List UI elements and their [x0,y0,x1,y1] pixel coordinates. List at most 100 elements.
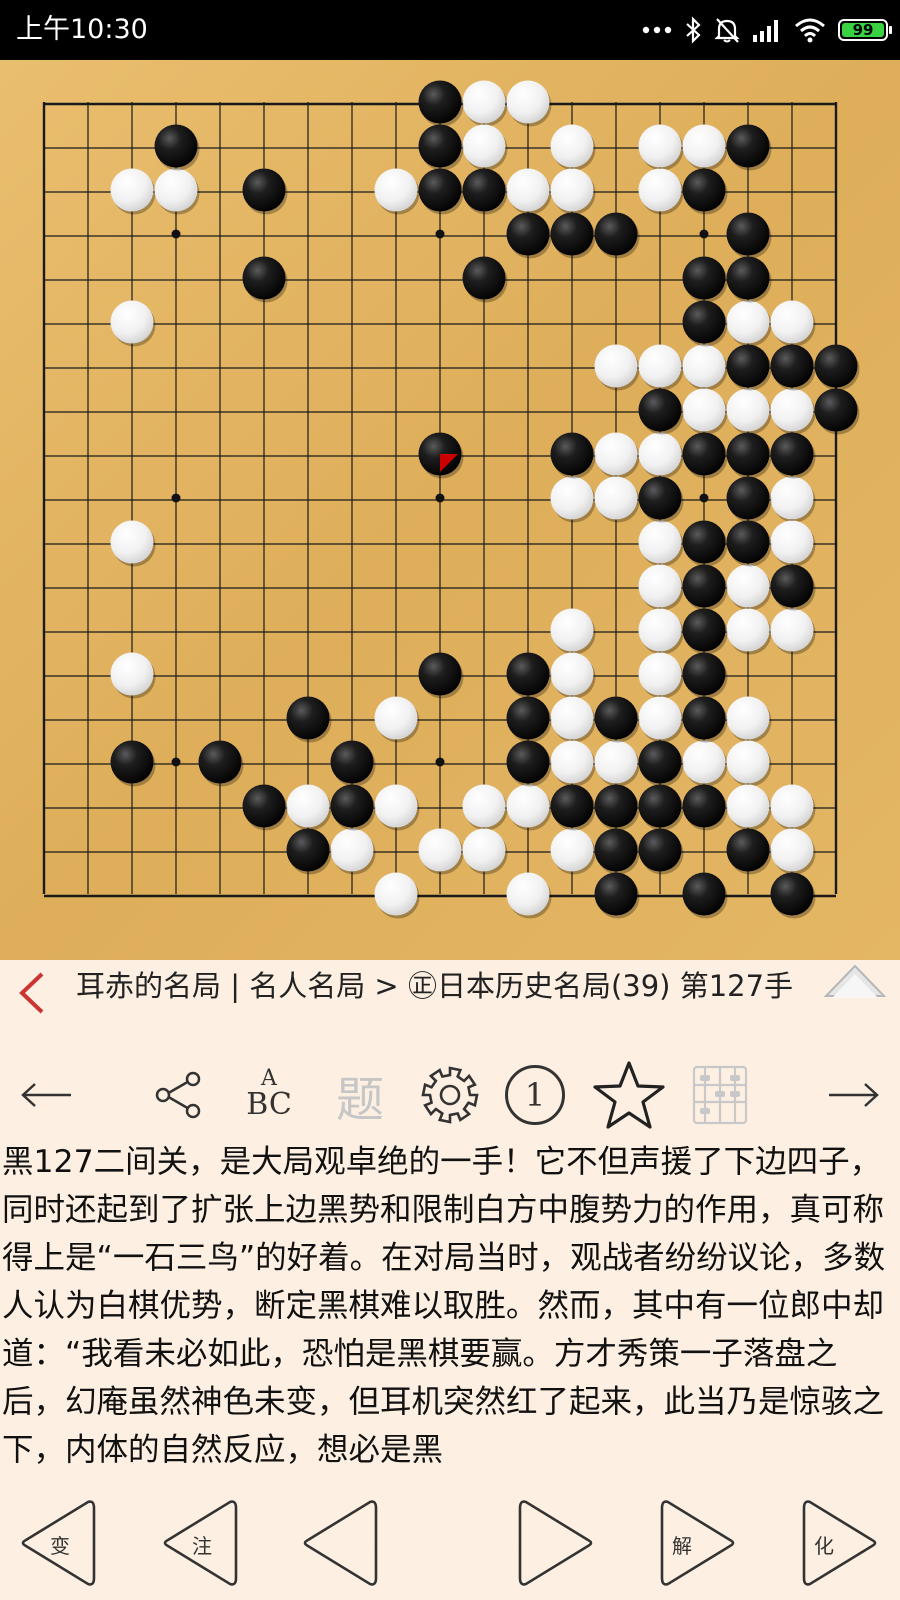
triangle-left-icon [303,1500,378,1586]
white-stone [550,696,594,740]
white-stone [506,80,550,124]
black-stone [726,212,770,256]
black-stone [638,388,682,432]
move-number-button[interactable]: 1 [500,1060,570,1130]
white-stone [682,388,726,432]
black-stone [682,696,726,740]
black-stone [462,256,506,300]
previous-button[interactable] [300,1490,390,1600]
arrow-left-icon [21,1083,71,1107]
simplify-label: 化 [814,1534,834,1558]
black-stone [770,872,814,916]
white-stone [770,608,814,652]
black-stone [550,784,594,828]
white-stone [506,784,550,828]
white-stone [110,520,154,564]
black-stone [506,652,550,696]
white-stone [418,828,462,872]
comment-button[interactable]: 注 [160,1490,250,1600]
white-stone [550,652,594,696]
white-stone [374,784,418,828]
white-stone [682,344,726,388]
white-stone [154,168,198,212]
share-button[interactable] [146,1060,210,1130]
simplify-button[interactable]: 化 [790,1490,880,1600]
comment-label: 注 [192,1534,212,1558]
white-stone [374,696,418,740]
black-stone [110,740,154,784]
star-point [699,493,709,503]
status-bar: 上午10:30 99 [0,0,900,60]
move-number-circle: 1 [505,1065,565,1125]
black-stone [726,432,770,476]
chevron-left-icon[interactable] [14,968,50,1016]
status-icons: 99 [642,14,892,46]
black-stone [726,520,770,564]
coordinates-toggle-button[interactable]: A BC [234,1060,304,1130]
white-stone [550,828,594,872]
white-stone [374,872,418,916]
white-stone [726,696,770,740]
white-stone [506,872,550,916]
white-stone [506,168,550,212]
white-stone [110,652,154,696]
white-stone [770,476,814,520]
black-stone [638,784,682,828]
star-point [171,229,181,239]
white-stone [550,168,594,212]
black-stone [814,344,858,388]
black-stone [726,124,770,168]
wifi-icon [795,18,825,43]
white-stone [330,828,374,872]
move-commentary: 黑127二间关，是大局观卓绝的一手！它不但声援了下边四子，同时还起到了扩张上边黑… [2,1144,886,1468]
white-stone [638,168,682,212]
white-stone [638,344,682,388]
triangle-up-icon[interactable] [824,960,886,1002]
solve-button[interactable]: 解 [648,1490,738,1600]
problem-button[interactable]: 题 [322,1060,398,1130]
star-point [435,229,445,239]
go-board-canvas[interactable] [0,60,900,960]
settings-button[interactable] [414,1060,486,1130]
move-number-label: 1 [524,1076,546,1114]
bottom-nav: 变 注 解 化 [0,1490,900,1600]
abc-line2: BC [246,1087,292,1122]
next-move-button[interactable] [822,1060,886,1130]
white-stone [770,300,814,344]
abacus-icon [692,1065,748,1125]
black-stone [682,608,726,652]
white-stone [638,564,682,608]
black-stone [770,564,814,608]
favorite-button[interactable] [590,1060,668,1130]
variation-label: 变 [50,1534,70,1558]
arrow-right-icon [829,1083,879,1107]
white-stone [594,344,638,388]
star-point [435,757,445,767]
black-stone [770,344,814,388]
white-stone [726,740,770,784]
more-dots-icon [642,26,672,34]
black-stone [638,476,682,520]
black-stone [594,784,638,828]
black-stone [330,740,374,784]
black-stone [638,740,682,784]
black-stone [770,432,814,476]
triangle-right-icon [802,1500,877,1586]
black-stone [462,168,506,212]
star-icon [593,1061,665,1129]
white-stone [286,784,330,828]
triangle-right-icon [518,1500,593,1586]
variation-button[interactable]: 变 [18,1490,108,1600]
black-stone [726,476,770,520]
abacus-button[interactable] [690,1060,750,1130]
white-stone [462,784,506,828]
star-point [171,493,181,503]
prev-move-button[interactable] [14,1060,78,1130]
black-stone [286,696,330,740]
black-stone [242,256,286,300]
black-stone [726,256,770,300]
next-button[interactable] [506,1490,596,1600]
black-stone [418,652,462,696]
go-board[interactable] [0,60,900,960]
black-stone [418,124,462,168]
